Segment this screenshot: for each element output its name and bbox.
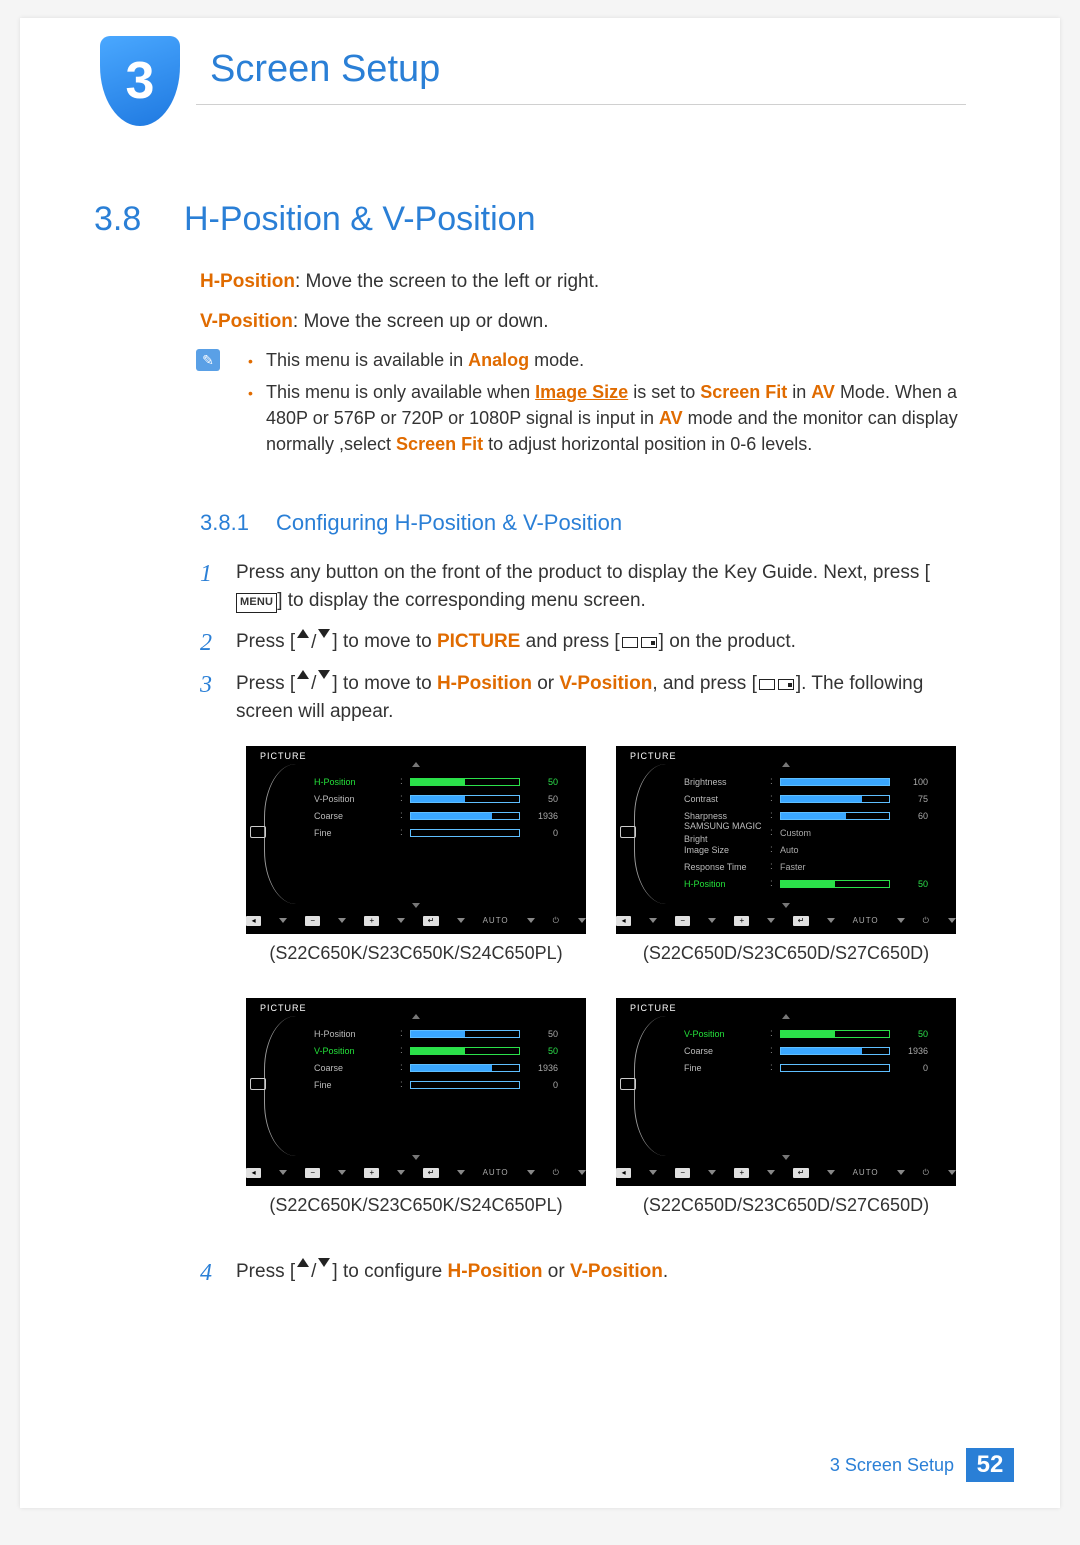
osd-row: Image Size:Auto	[684, 842, 946, 859]
osd-nav-bar: ◂ − + ↵ AUTO ⏻	[246, 912, 586, 930]
caption-left-2: (S22C650K/S23C650K/S24C650PL)	[246, 1192, 586, 1218]
note-icon: ✎	[196, 349, 220, 371]
step-2: Press [/] to move to PICTURE and press […	[200, 628, 960, 656]
hpos-label: H-Position	[200, 271, 295, 292]
page-footer: 3 Screen Setup 52	[830, 1448, 1014, 1482]
picture-category-icon	[620, 826, 636, 838]
header-divider	[196, 104, 966, 105]
osd-row: Response Time:Faster	[684, 859, 946, 876]
vpos-definition: V-Position: Move the screen up or down.	[200, 308, 960, 336]
nav-down-icon	[782, 1155, 790, 1160]
subsection-heading: 3.8.1Configuring H-Position & V-Position	[200, 507, 960, 539]
up-down-icon: /	[297, 1258, 330, 1286]
osd-row: H-Position:50	[314, 774, 576, 791]
footer-page-number: 52	[966, 1448, 1014, 1482]
osd-panel-4: PICTURE V-Position:50Coarse:1936Fine:0 ◂…	[616, 998, 956, 1186]
nav-down-icon	[782, 903, 790, 908]
osd-row: Fine:0	[314, 1077, 576, 1094]
nav-plus-icon: +	[364, 916, 379, 926]
section-title: H-Position & V-Position	[184, 200, 536, 238]
step-1: Press any button on the front of the pro…	[200, 559, 960, 614]
page: 3 Screen Setup 3.8H-Position & V-Positio…	[20, 18, 1060, 1508]
nav-down-icon	[412, 1155, 420, 1160]
up-down-icon: /	[297, 629, 330, 657]
osd-row: Fine:0	[314, 825, 576, 842]
body-content: H-Position: Move the screen to the left …	[200, 268, 960, 1299]
picture-category-icon	[250, 1078, 266, 1090]
source-enter-icon	[622, 637, 657, 648]
subsection-number: 3.8.1	[200, 507, 276, 539]
osd-row: V-Position:50	[684, 1026, 946, 1043]
osd-row: H-Position:50	[684, 876, 946, 893]
osd-grid: PICTURE H-Position:50V-Position:50Coarse…	[246, 746, 960, 1244]
steps-list: Press any button on the front of the pro…	[200, 559, 960, 1285]
note-item-2: This menu is only available when Image S…	[248, 379, 960, 457]
caption-right-1: (S22C650D/S23C650D/S27C650D)	[616, 940, 956, 966]
caption-right-2: (S22C650D/S23C650D/S27C650D)	[616, 1192, 956, 1218]
osd-row: Fine:0	[684, 1060, 946, 1077]
osd-nav-bar: ◂ − + ↵ AUTO ⏻	[246, 1164, 586, 1182]
nav-up-icon	[782, 1014, 790, 1019]
hpos-definition: H-Position: Move the screen to the left …	[200, 268, 960, 296]
osd-row: H-Position:50	[314, 1026, 576, 1043]
picture-category-icon	[620, 1078, 636, 1090]
osd-row: Coarse:1936	[684, 1043, 946, 1060]
section-heading: 3.8H-Position & V-Position	[94, 200, 536, 239]
nav-up-icon	[782, 762, 790, 767]
osd-row: SAMSUNG MAGIC Bright:Custom	[684, 825, 946, 842]
nav-enter-icon: ↵	[423, 916, 438, 926]
osd-nav-bar: ◂ − + ↵ AUTO ⏻	[616, 912, 956, 930]
step-3: Press [/] to move to H-Position or V-Pos…	[200, 670, 960, 1244]
osd-row: Brightness:100	[684, 774, 946, 791]
up-down-icon: /	[297, 670, 330, 698]
subsection-title: Configuring H-Position & V-Position	[276, 510, 622, 535]
osd-nav-bar: ◂ − + ↵ AUTO ⏻	[616, 1164, 956, 1182]
nav-left-icon: ◂	[246, 916, 261, 926]
caption-left-1: (S22C650K/S23C650K/S24C650PL)	[246, 940, 586, 966]
section-number: 3.8	[94, 200, 184, 239]
chapter-title: Screen Setup	[210, 48, 440, 91]
osd-row: V-Position:50	[314, 791, 576, 808]
menu-button-icon: MENU	[236, 593, 277, 613]
nav-down-icon	[412, 903, 420, 908]
chapter-number-badge: 3	[100, 36, 180, 126]
note-box: ✎ This menu is available in Analog mode.…	[200, 347, 960, 457]
nav-up-icon	[412, 762, 420, 767]
vpos-label: V-Position	[200, 311, 293, 332]
osd-row: V-Position:50	[314, 1043, 576, 1060]
power-icon: ⏻	[553, 915, 560, 927]
note-item-1: This menu is available in Analog mode.	[248, 347, 960, 373]
osd-panel-1: PICTURE H-Position:50V-Position:50Coarse…	[246, 746, 586, 934]
source-enter-icon	[759, 679, 794, 690]
osd-row: Coarse:1936	[314, 1060, 576, 1077]
footer-chapter-ref: 3 Screen Setup	[830, 1455, 954, 1476]
nav-up-icon	[412, 1014, 420, 1019]
picture-category-icon	[250, 826, 266, 838]
step-4: Press [/] to configure H-Position or V-P…	[200, 1258, 960, 1286]
osd-row: Coarse:1936	[314, 808, 576, 825]
osd-panel-3: PICTURE H-Position:50V-Position:50Coarse…	[246, 998, 586, 1186]
nav-minus-icon: −	[305, 916, 320, 926]
osd-row: Contrast:75	[684, 791, 946, 808]
osd-panel-2: PICTURE Brightness:100Contrast:75Sharpne…	[616, 746, 956, 934]
